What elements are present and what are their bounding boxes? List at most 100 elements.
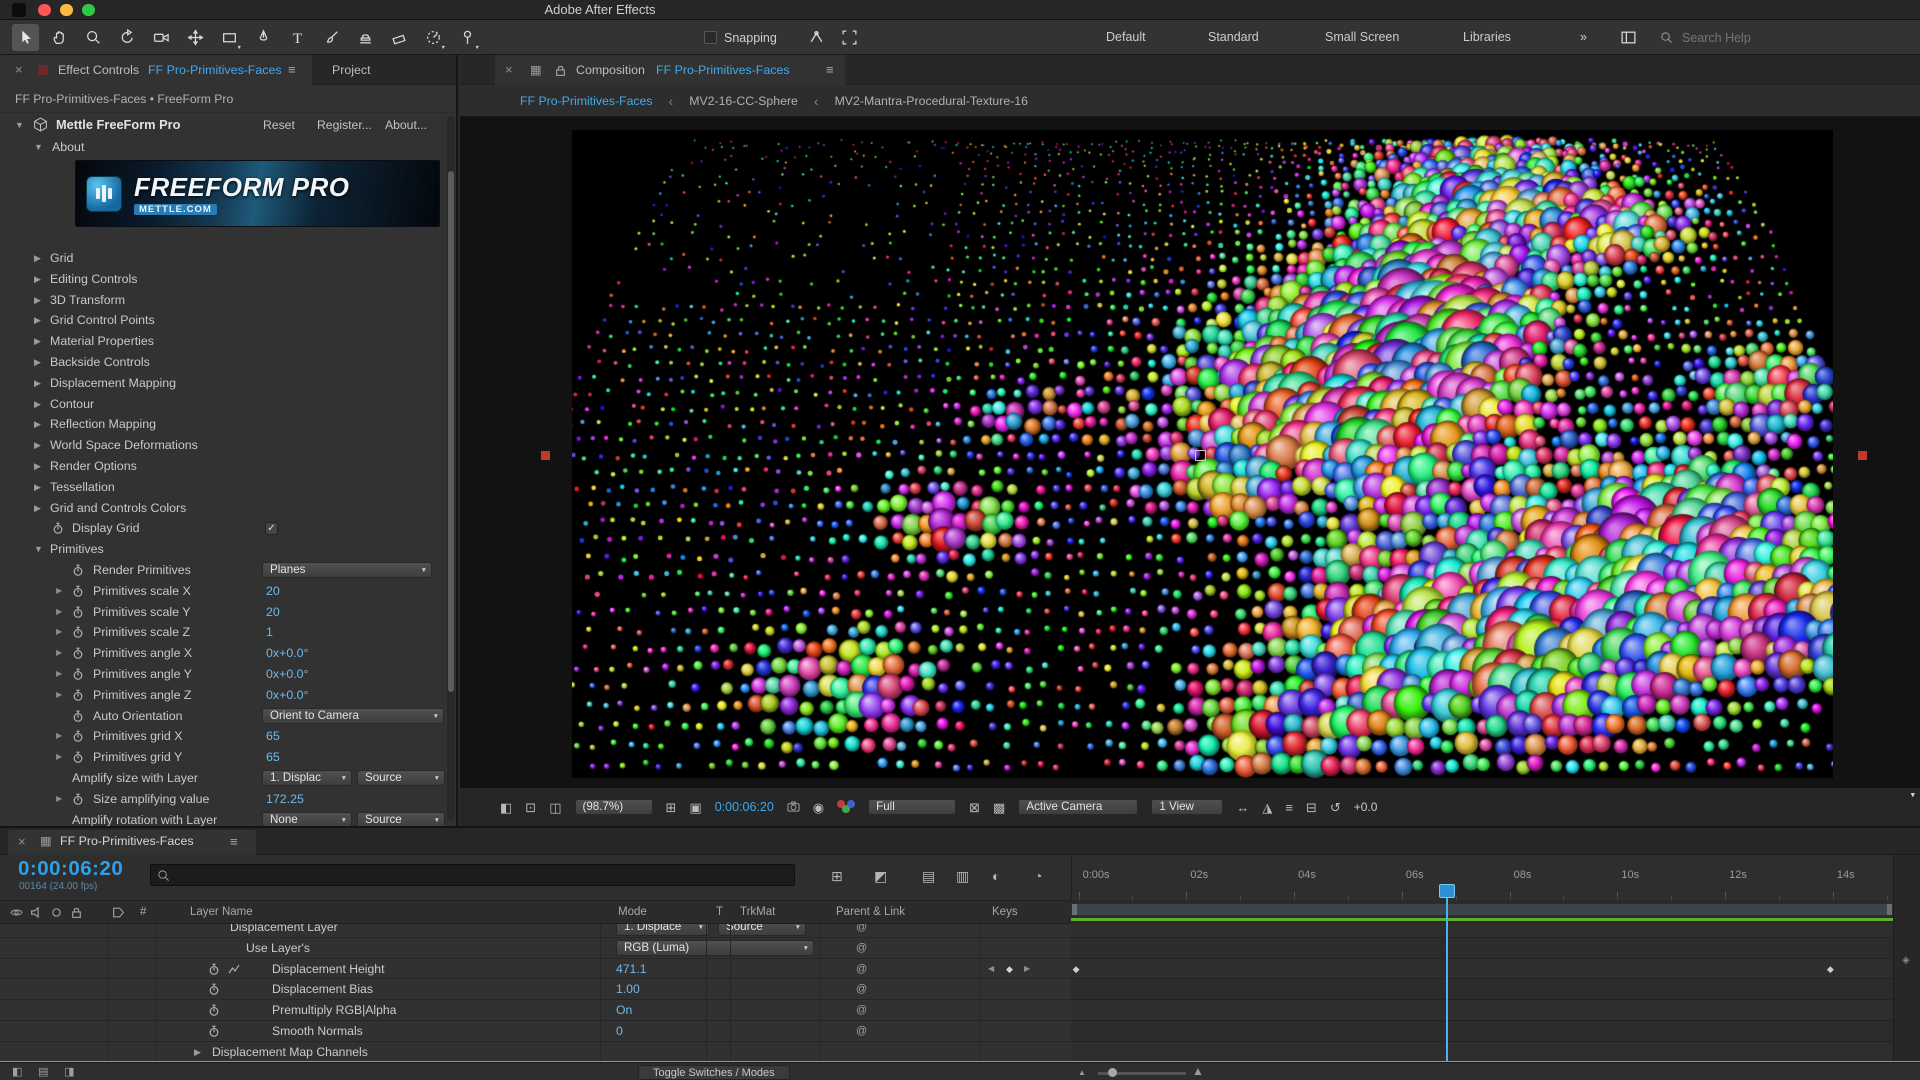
- icon-cell[interactable]: [72, 564, 84, 576]
- fx-layer-select[interactable]: None▼: [262, 812, 352, 826]
- stopwatch-icon[interactable]: [72, 710, 84, 722]
- reset-exposure-icon[interactable]: ↺: [1330, 801, 1341, 814]
- work-area-start-handle[interactable]: [1072, 904, 1077, 915]
- pick-whip-icon[interactable]: @: [856, 1021, 867, 1042]
- icon-cell[interactable]: [208, 1025, 220, 1037]
- vr-view-icon[interactable]: ◫: [549, 801, 561, 814]
- icon-cell[interactable]: [72, 751, 84, 763]
- solo-icon[interactable]: [50, 906, 63, 922]
- fx-group-row[interactable]: ▶Material Properties: [0, 331, 446, 352]
- expand-arrow-icon[interactable]: ▶: [34, 414, 46, 435]
- timeline-property-value[interactable]: On: [616, 1000, 632, 1021]
- fx-group-row[interactable]: ▶World Space Deformations: [0, 435, 446, 456]
- zoom-in-mountain-icon[interactable]: ▲: [1192, 1064, 1204, 1078]
- motion-blur-icon[interactable]: ◐: [992, 869, 1000, 883]
- stopwatch-icon[interactable]: [72, 793, 84, 805]
- icon-cell[interactable]: [228, 963, 240, 975]
- fx-property-value[interactable]: 65: [266, 726, 280, 747]
- selection-tool-icon[interactable]: [12, 24, 39, 51]
- snapshot-icon[interactable]: [787, 800, 800, 815]
- timeline-track[interactable]: [1071, 1021, 1893, 1042]
- fx-property-select[interactable]: Planes▼: [262, 562, 432, 579]
- lock-icon[interactable]: [554, 64, 567, 80]
- pick-whip-icon[interactable]: @: [856, 938, 867, 959]
- tab-composition-target[interactable]: FF Pro-Primitives-Faces: [656, 55, 790, 85]
- current-time-indicator-handle[interactable]: [1439, 884, 1455, 898]
- stopwatch-icon[interactable]: [208, 963, 220, 975]
- expand-arrow-icon[interactable]: ▶: [34, 248, 46, 269]
- expand-arrow-icon[interactable]: ▶: [34, 269, 46, 290]
- fx-source-select[interactable]: Source▼: [357, 812, 445, 826]
- stopwatch-icon[interactable]: [72, 689, 84, 701]
- comp-flowchart-icon[interactable]: ⊟: [1306, 801, 1317, 814]
- timeline-search-input[interactable]: [175, 867, 755, 883]
- expand-transfer-controls-icon[interactable]: ▤: [38, 1065, 48, 1079]
- column-keys[interactable]: Keys: [992, 901, 1018, 923]
- timeline-track[interactable]: ◆◆: [1071, 959, 1893, 980]
- expand-arrow-icon[interactable]: ▶: [34, 373, 46, 394]
- icon-cell[interactable]: [208, 1004, 220, 1016]
- view-layout-select[interactable]: 1 View▼: [1151, 799, 1223, 816]
- channel-select[interactable]: RGB (Luma)▼: [616, 940, 814, 957]
- icon-cell[interactable]: [72, 689, 84, 701]
- next-keyframe-icon[interactable]: ▶: [1024, 959, 1030, 980]
- fx-property-select[interactable]: Orient to Camera▼: [262, 708, 444, 725]
- timeline-property-value[interactable]: 471.1: [616, 959, 647, 980]
- panel-menu-icon[interactable]: ≡: [826, 55, 834, 85]
- help-search-input[interactable]: [1680, 30, 1860, 46]
- brush-tool-icon[interactable]: [318, 24, 345, 51]
- icon-cell[interactable]: [72, 668, 84, 680]
- stopwatch-icon[interactable]: [72, 626, 84, 638]
- fast-previews-icon[interactable]: ◮: [1262, 801, 1272, 814]
- stopwatch-icon[interactable]: [208, 1004, 220, 1016]
- expand-arrow-icon[interactable]: ▶: [56, 685, 68, 706]
- viewer-current-time[interactable]: 0:00:06:20: [715, 800, 774, 814]
- expand-arrow-icon[interactable]: ▶: [56, 581, 68, 602]
- pen-tool-icon[interactable]: [250, 24, 277, 51]
- resolution-select[interactable]: Full▼: [868, 799, 956, 816]
- timeline-panel-icon[interactable]: ≡: [1285, 801, 1293, 814]
- timeline-row[interactable]: Displacement Bias1.00@: [0, 979, 1071, 1000]
- rotate-tool-icon[interactable]: [114, 24, 141, 51]
- stopwatch-icon[interactable]: [72, 668, 84, 680]
- fx-property-value[interactable]: 0x+0.0°: [266, 643, 309, 664]
- about-link[interactable]: About...: [385, 113, 427, 137]
- magnification-select[interactable]: (98.7%)▼: [575, 799, 653, 816]
- tab-effect-controls-label[interactable]: Effect Controls: [58, 55, 139, 85]
- timeline-track[interactable]: [1071, 979, 1893, 1000]
- composition-viewer[interactable]: [460, 117, 1920, 787]
- timeline-row[interactable]: Displacement Height471.1◀◆▶@: [0, 959, 1071, 980]
- draft-3d-icon[interactable]: ◩: [874, 869, 887, 883]
- hand-tool-icon[interactable]: [46, 24, 73, 51]
- graph-editor-icon[interactable]: ◔: [1034, 869, 1042, 883]
- fx-group-row[interactable]: ▶Displacement Mapping: [0, 373, 446, 394]
- camera-select[interactable]: Active Camera▼: [1018, 799, 1138, 816]
- workspace-overflow-chevron[interactable]: »: [1580, 20, 1587, 55]
- timeline-track[interactable]: [1071, 1000, 1893, 1021]
- eraser-tool-icon[interactable]: [386, 24, 413, 51]
- timeline-zoom-handle[interactable]: [1108, 1068, 1117, 1077]
- expand-arrow-icon[interactable]: ▶: [34, 394, 46, 415]
- fx-group-row[interactable]: ▶Reflection Mapping: [0, 414, 446, 435]
- crumb-grandparent-comp[interactable]: MV2-Mantra-Procedural-Texture-16: [835, 94, 1028, 108]
- fx-group-row[interactable]: ▶Tessellation: [0, 477, 446, 498]
- type-tool-icon[interactable]: T: [284, 24, 311, 51]
- expand-arrow-icon[interactable]: ▶: [34, 435, 46, 456]
- prev-keyframe-icon[interactable]: ◀: [988, 959, 994, 980]
- mask-visibility-icon[interactable]: ▣: [689, 801, 701, 814]
- grid-guides-icon[interactable]: ⊞: [666, 801, 677, 814]
- fx-group-row[interactable]: ▶Backside Controls: [0, 352, 446, 373]
- column-t[interactable]: T: [716, 901, 723, 923]
- pick-whip-icon[interactable]: @: [856, 979, 867, 1000]
- graph-icon[interactable]: [228, 963, 240, 975]
- crumb-current-comp[interactable]: FF Pro-Primitives-Faces: [520, 94, 653, 108]
- timeline-track[interactable]: [1071, 1042, 1893, 1063]
- about-group-row[interactable]: ▼ About: [0, 137, 456, 158]
- fx-property-value[interactable]: 1: [266, 622, 273, 643]
- tab-composition-label[interactable]: Composition: [576, 55, 645, 85]
- work-area-bar[interactable]: [1071, 903, 1893, 916]
- panel-menu-icon[interactable]: ≡: [230, 828, 238, 855]
- column-mode[interactable]: Mode: [618, 901, 647, 923]
- expand-arrow-icon[interactable]: ▶: [34, 290, 46, 311]
- timeline-property-value[interactable]: 0: [616, 1021, 623, 1042]
